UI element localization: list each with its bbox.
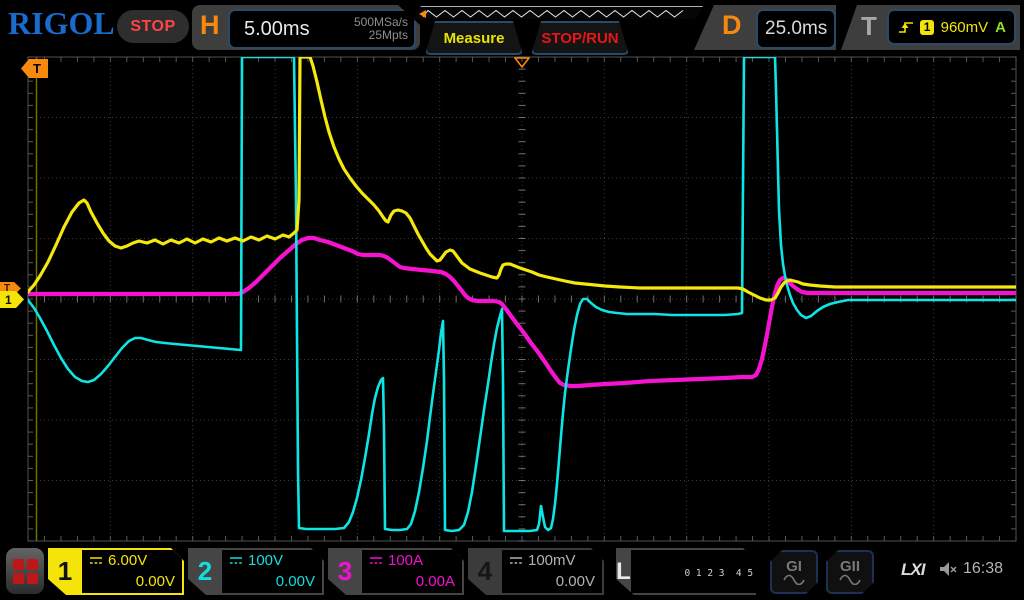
- dc-coupling-icon: [369, 556, 383, 565]
- delay-position-marker[interactable]: [514, 56, 530, 74]
- channel-3-status[interactable]: 3 100A 0.00A: [328, 548, 464, 595]
- sine-wave-icon: [838, 574, 862, 585]
- delay-value: 25.0ms: [765, 18, 827, 40]
- channel-2-status[interactable]: 2 100V 0.00V: [188, 548, 324, 595]
- delay-triangle-icon: [514, 57, 530, 69]
- timebase-value: 5.00ms: [244, 18, 310, 41]
- trigger-edge-icon: [897, 19, 913, 35]
- waveform-display: [0, 0, 1024, 600]
- channel-1-number: 1: [48, 548, 82, 595]
- waveform-overview-icon: [413, 7, 701, 20]
- menu-grid-icon: [13, 559, 24, 570]
- top-status-bar: RIGOL STOP H 5.00ms 500MSa/s 25Mpts Meas…: [0, 0, 1024, 55]
- horizontal-label: H: [200, 10, 220, 41]
- dc-coupling-icon: [509, 556, 523, 565]
- rigol-logo: RIGOL: [8, 5, 115, 42]
- trigger-box: 1 960mV A: [887, 9, 1016, 45]
- source-gi-button[interactable]: GI: [770, 550, 818, 594]
- channel-4-number: 4: [468, 548, 502, 595]
- channel-1-status[interactable]: 1 6.00V 0.00V: [48, 548, 184, 595]
- trigger-source-badge: 1: [920, 20, 933, 35]
- menu-button[interactable]: [6, 548, 44, 594]
- logic-channels-status[interactable]: L 0 1 2 3 4 5 6 7 8 9 1011 12131415: [616, 548, 756, 595]
- gii-label: GII: [840, 559, 860, 574]
- speaker-muted-icon: [939, 561, 958, 582]
- stop-run-button[interactable]: STOP/RUN: [531, 21, 629, 55]
- sine-wave-icon: [782, 574, 806, 585]
- trigger-position-flag-label: T: [33, 61, 41, 76]
- run-status-badge: STOP: [117, 10, 189, 43]
- trigger-mode: A: [995, 19, 1006, 36]
- trigger-level-value: 960mV: [941, 19, 989, 36]
- channel-2-offset: 0.00V: [229, 573, 315, 590]
- position-marker-icon: [419, 10, 426, 18]
- channel-1-offset: 0.00V: [89, 573, 175, 590]
- source-gii-button[interactable]: GII: [826, 550, 874, 594]
- horizontal-panel[interactable]: H 5.00ms 500MSa/s 25Mpts: [192, 5, 420, 50]
- acquisition-info: 500MSa/s 25Mpts: [354, 16, 408, 42]
- dc-coupling-icon: [229, 556, 243, 565]
- channel-4-status[interactable]: 4 100mV 0.00V: [468, 548, 604, 595]
- channel-2-scale: 100V: [248, 552, 283, 569]
- channel-3-number: 3: [328, 548, 362, 595]
- measure-button-label: Measure: [444, 30, 505, 47]
- channel-4-offset: 0.00V: [509, 573, 595, 590]
- channel-1-scale: 6.00V: [108, 552, 147, 569]
- horizontal-box: 5.00ms 500MSa/s 25Mpts: [228, 9, 416, 49]
- delay-label: D: [722, 10, 742, 41]
- oscilloscope-screen: T T 1 RIGOL STOP H 5.00ms 500MSa/s 25Mpt…: [0, 0, 1024, 600]
- channel-3-scale: 100A: [388, 552, 423, 569]
- delay-box: 25.0ms: [756, 9, 836, 49]
- channel-2-number: 2: [188, 548, 222, 595]
- logic-label: L: [616, 548, 631, 595]
- horizontal-position-indicator[interactable]: [413, 6, 703, 21]
- delay-panel[interactable]: D 25.0ms: [694, 5, 836, 50]
- trigger-label: T: [861, 11, 877, 42]
- bottom-status-bar: 1 6.00V 0.00V 2: [0, 545, 1024, 600]
- measure-button[interactable]: Measure: [425, 21, 523, 55]
- channel-3-offset: 0.00A: [369, 573, 455, 590]
- dc-coupling-icon: [89, 556, 103, 565]
- channel-1-marker-label: 1: [5, 293, 12, 307]
- sample-rate: 500MSa/s: [354, 15, 408, 29]
- channel-4-scale: 100mV: [528, 552, 576, 569]
- gi-label: GI: [786, 559, 802, 574]
- memory-depth: 25Mpts: [369, 28, 408, 42]
- stop-run-button-label: STOP/RUN: [541, 30, 618, 47]
- ch3-trace: [24, 238, 1016, 386]
- lxi-indicator: LXI: [901, 560, 924, 580]
- clock: 16:38: [963, 560, 1003, 578]
- trigger-panel[interactable]: T 1 960mV A: [841, 5, 1020, 50]
- logic-channel-numbers: 0 1 2 3 4 5 6 7 8 9 1011 12131415: [631, 550, 782, 593]
